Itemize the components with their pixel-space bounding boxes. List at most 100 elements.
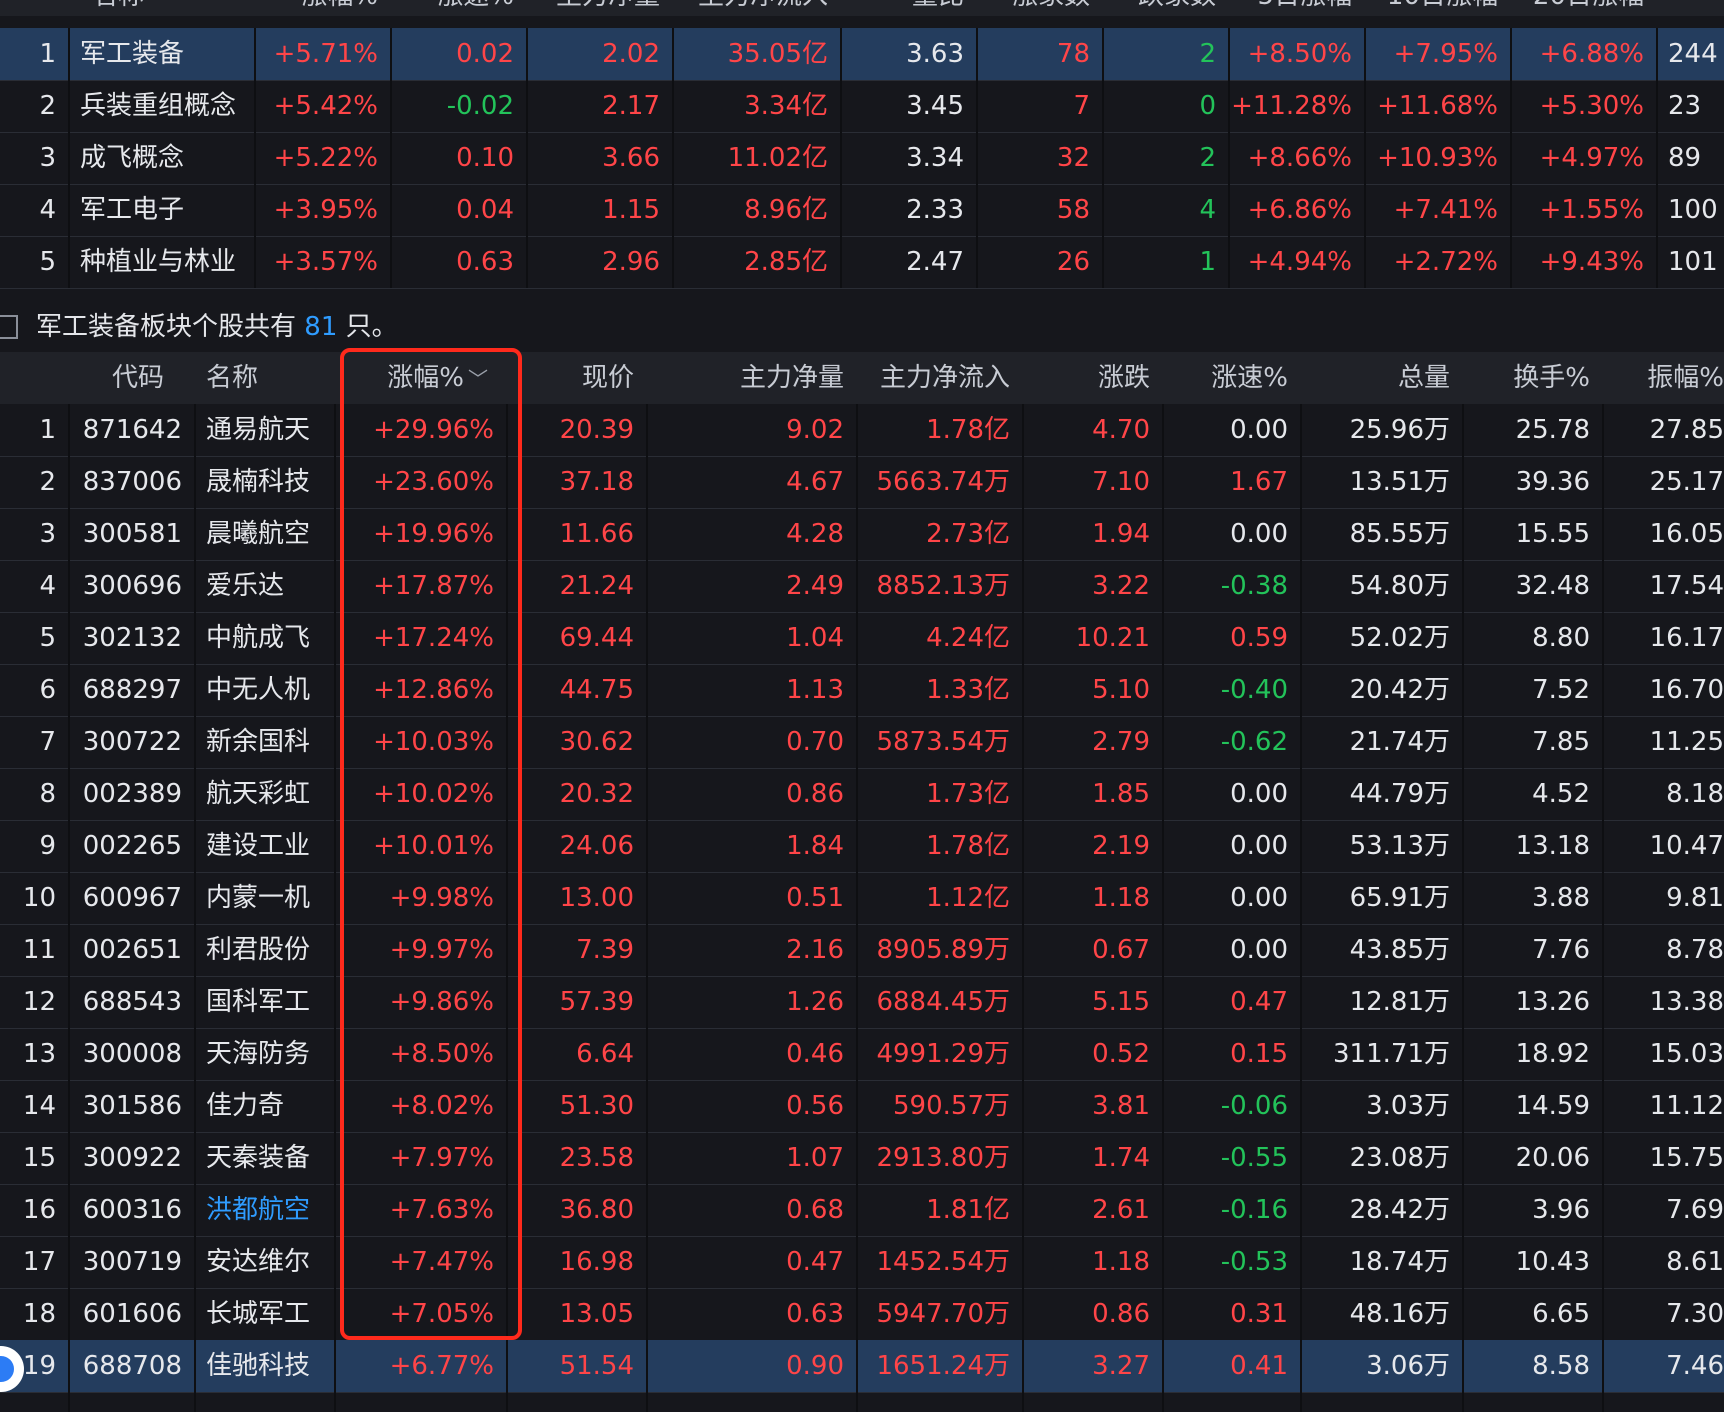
- stock-cell-code[interactable]: 688297: [68, 664, 194, 716]
- sector-cell-speed: 0.04: [456, 195, 514, 225]
- stock-cell-turnover: 20.06: [1515, 1143, 1590, 1173]
- stock-cell-idx: 2: [39, 467, 56, 497]
- collapse-toggle-icon[interactable]: [0, 315, 18, 339]
- sector-cell-extra: 89: [1668, 143, 1702, 173]
- column-header-amp[interactable]: 振幅%: [1602, 352, 1724, 404]
- stock-cell-vol: 12.81万: [1349, 987, 1450, 1017]
- stock-cell-name[interactable]: 天海防务: [194, 1028, 334, 1080]
- stock-cell-amp: 15.75: [1649, 1143, 1724, 1173]
- sector-cell-name[interactable]: 种植业与林业: [68, 236, 254, 288]
- sector-header-d20[interactable]: 20日涨幅: [1510, 0, 1656, 16]
- column-header-net_vol[interactable]: 主力净量: [646, 352, 856, 404]
- stock-cell-code[interactable]: 300922: [68, 1132, 194, 1184]
- sector-cell-net_in: 3.34亿: [744, 91, 828, 121]
- stock-cell-code[interactable]: 837006: [68, 456, 194, 508]
- sector-header-d10[interactable]: 10日涨幅: [1364, 0, 1510, 16]
- stock-cell-net_in: 1.12亿: [926, 883, 1010, 913]
- column-header-turnover[interactable]: 换手%: [1462, 352, 1602, 404]
- stock-cell-name[interactable]: 中无人机: [194, 664, 334, 716]
- stock-cell-name[interactable]: 国科军工: [194, 976, 334, 1028]
- stock-cell-name[interactable]: 建设工业: [194, 820, 334, 872]
- stock-cell-vol: 53.13万: [1349, 831, 1450, 861]
- stock-cell-name[interactable]: 洪都航空: [194, 1184, 334, 1236]
- column-header-speed[interactable]: 涨速%: [1162, 352, 1300, 404]
- stock-cell-turnover: 3.88: [1532, 883, 1590, 913]
- sector-cell-name[interactable]: 兵装重组概念: [68, 80, 254, 132]
- stock-cell-name[interactable]: 天秦装备: [194, 1132, 334, 1184]
- column-header-code[interactable]: 代码: [68, 352, 176, 404]
- stock-cell-net_vol: 0.56: [786, 1091, 844, 1121]
- stock-cell-code[interactable]: 002389: [68, 768, 194, 820]
- stock-cell-code[interactable]: 300722: [68, 716, 194, 768]
- stock-cell-price: 20.39: [559, 415, 634, 445]
- sector-cell-vol_ratio: 2.47: [906, 247, 964, 277]
- stock-cell-name[interactable]: 佳驰科技: [194, 1340, 334, 1392]
- sector-cell-name[interactable]: 军工电子: [68, 184, 254, 236]
- stock-count: 81: [304, 312, 338, 342]
- stock-cell-vol: 52.02万: [1349, 623, 1450, 653]
- column-header-name[interactable]: 名称: [194, 352, 334, 404]
- sector-header-net_vol[interactable]: 主力净量: [526, 0, 672, 16]
- column-divider: [1228, 28, 1230, 288]
- stock-cell-name[interactable]: 航天彩虹: [194, 768, 334, 820]
- stock-cell-code[interactable]: 300581: [68, 508, 194, 560]
- stock-cell-name[interactable]: 晨曦航空: [194, 508, 334, 560]
- column-header-price[interactable]: 现价: [506, 352, 646, 404]
- stock-cell-code[interactable]: 002651: [68, 924, 194, 976]
- sector-cell-name[interactable]: 成飞概念: [68, 132, 254, 184]
- stock-cell-code[interactable]: 300719: [68, 1236, 194, 1288]
- stock-cell-code[interactable]: 688543: [68, 976, 194, 1028]
- stock-cell-name[interactable]: 内蒙一机: [194, 872, 334, 924]
- sector-cell-vol_ratio: 3.45: [906, 91, 964, 121]
- stock-cell-diff: 0.67: [1092, 935, 1150, 965]
- sector-header-down[interactable]: 跌家数: [1102, 0, 1228, 16]
- sector-header-net_in[interactable]: 主力净流入: [672, 0, 840, 16]
- sector-header-chg[interactable]: 涨幅%: [254, 0, 390, 16]
- stock-cell-amp: 15.03: [1649, 1039, 1724, 1069]
- sector-header-vol_ratio[interactable]: 量比: [840, 0, 976, 16]
- stock-cell-name[interactable]: 中航成飞: [194, 612, 334, 664]
- stock-cell-turnover: 18.92: [1515, 1039, 1590, 1069]
- sector-header-speed[interactable]: 涨速%: [390, 0, 526, 16]
- stock-cell-net_vol: 1.04: [786, 623, 844, 653]
- sector-header-up[interactable]: 涨家数: [976, 0, 1102, 16]
- stock-cell-price: 11.66: [559, 519, 634, 549]
- column-divider: [1602, 404, 1604, 1412]
- stock-cell-name[interactable]: 通易航天: [194, 404, 334, 456]
- stock-cell-idx: 6: [39, 675, 56, 705]
- sector-header-name[interactable]: 名称: [80, 0, 266, 16]
- stock-cell-code[interactable]: 302132: [68, 612, 194, 664]
- stock-cell-net_in: 1.33亿: [926, 675, 1010, 705]
- stock-cell-turnover: 13.18: [1515, 831, 1590, 861]
- stock-cell-code[interactable]: 002265: [68, 820, 194, 872]
- column-header-vol[interactable]: 总量: [1300, 352, 1462, 404]
- stock-cell-name[interactable]: 佳力奇: [194, 1080, 334, 1132]
- stock-cell-vol: 13.51万: [1349, 467, 1450, 497]
- stock-cell-name[interactable]: 长城军工: [194, 1288, 334, 1340]
- stock-cell-code[interactable]: 600316: [68, 1184, 194, 1236]
- stock-cell-code[interactable]: 300008: [68, 1028, 194, 1080]
- sector-header-d5[interactable]: 5日涨幅: [1228, 0, 1364, 16]
- stock-cell-name[interactable]: 晟楠科技: [194, 456, 334, 508]
- stock-cell-code[interactable]: 871642: [68, 404, 194, 456]
- stock-cell-code[interactable]: 301586: [68, 1080, 194, 1132]
- stock-cell-code[interactable]: 601606: [68, 1288, 194, 1340]
- stock-cell-net_vol: 0.46: [786, 1039, 844, 1069]
- sector-cell-down: 2: [1199, 39, 1216, 69]
- stock-cell-name[interactable]: 爱乐达: [194, 560, 334, 612]
- stock-cell-name[interactable]: 利君股份: [194, 924, 334, 976]
- stock-cell-name[interactable]: 新余国科: [194, 716, 334, 768]
- sector-cell-name[interactable]: 军工装备: [68, 28, 254, 80]
- column-header-diff[interactable]: 涨跌: [1022, 352, 1162, 404]
- sector-cell-d10: +7.95%: [1393, 39, 1498, 69]
- stock-cell-diff: 1.18: [1092, 1247, 1150, 1277]
- sector-cell-chg: +5.22%: [273, 143, 378, 173]
- stock-cell-net_vol: 0.86: [786, 779, 844, 809]
- stock-cell-code[interactable]: 600967: [68, 872, 194, 924]
- sector-cell-idx: 5: [39, 247, 56, 277]
- stock-cell-name[interactable]: 安达维尔: [194, 1236, 334, 1288]
- stock-cell-vol: 43.85万: [1349, 935, 1450, 965]
- column-header-net_in[interactable]: 主力净流入: [856, 352, 1022, 404]
- stock-cell-code[interactable]: 300696: [68, 560, 194, 612]
- stock-cell-code[interactable]: 688708: [68, 1340, 194, 1392]
